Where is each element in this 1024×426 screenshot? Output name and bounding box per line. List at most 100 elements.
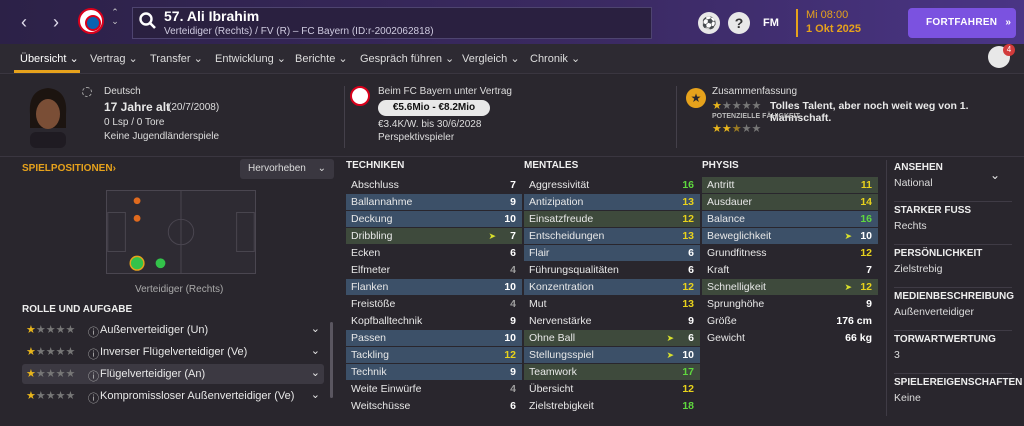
attribute-row[interactable]: Dribbling 7 ➤	[346, 228, 522, 244]
attribute-value: 12	[682, 281, 694, 293]
attribute-value: 7	[510, 179, 516, 191]
attribute-row[interactable]: Stellungsspiel 10 ➤	[524, 347, 700, 363]
info-icon: ⓘ	[88, 371, 99, 383]
attribute-value: 6	[688, 264, 694, 276]
attribute-value: 12	[860, 281, 872, 293]
attribute-row[interactable]: Freistöße 4	[346, 296, 522, 312]
attribute-row[interactable]: Aggressivität 16	[524, 177, 700, 193]
tab-vergleich[interactable]: Vergleich ⌄	[462, 52, 520, 65]
attribute-row[interactable]: Ausdauer 14	[702, 194, 878, 210]
attribute-name: Sprunghöhe	[707, 298, 765, 310]
attribute-row[interactable]: Übersicht 12	[524, 381, 700, 397]
attribute-row[interactable]: Nervenstärke 9	[524, 313, 700, 329]
attribute-name: Teamwork	[529, 366, 577, 378]
role-row[interactable]: ★★★★★ ⓘ Außenverteidiger (Un) ⌄	[22, 320, 324, 340]
attribute-row[interactable]: Balance 16	[702, 211, 878, 227]
attribute-row[interactable]: Sprunghöhe 9	[702, 296, 878, 312]
trend-arrow-icon: ➤	[844, 231, 852, 241]
attribute-name: Freistöße	[351, 298, 396, 310]
attribute-row[interactable]: Beweglichkeit 10 ➤	[702, 228, 878, 244]
attribute-row[interactable]: Weite Einwürfe 4	[346, 381, 522, 397]
attribute-row[interactable]: Entscheidungen 13	[524, 228, 700, 244]
attribute-row[interactable]: Ecken 6	[346, 245, 522, 261]
role-row[interactable]: ★★★★★ ⓘ Inverser Flügelverteidiger (Ve) ⌄	[22, 342, 324, 362]
chevron-down-icon[interactable]: ⌄	[990, 168, 1000, 182]
divider	[676, 86, 677, 148]
attribute-row[interactable]: Teamwork 17	[524, 364, 700, 380]
role-row[interactable]: ★★★★★ ⓘ Kompromissloser Außenverteidiger (…	[22, 386, 324, 406]
attribute-row[interactable]: Führungsqualitäten 6	[524, 262, 700, 278]
side-info-value: 3	[894, 349, 900, 361]
chevron-down-icon: ⌄	[317, 163, 326, 174]
attribute-value: 14	[860, 196, 872, 208]
tab-vertrag[interactable]: Vertrag ⌄	[90, 52, 138, 65]
tab-gespraech[interactable]: Gespräch führen ⌄	[360, 52, 454, 65]
fm-menu-icon[interactable]: FM	[758, 12, 784, 34]
attribute-name: Beweglichkeit	[707, 230, 772, 242]
attribute-name: Übersicht	[529, 383, 574, 395]
attribute-row[interactable]: Passen 10	[346, 330, 522, 346]
attribute-row[interactable]: Weitschüsse 6	[346, 398, 522, 414]
player-switch-icon[interactable]: ⌃ ⌄	[108, 8, 122, 36]
attribute-value: 11	[860, 179, 872, 191]
attribute-row[interactable]: Antizipation 13	[524, 194, 700, 210]
positions-title[interactable]: SPIELPOSITIONEN›	[22, 163, 116, 174]
attribute-row[interactable]: Größe 176 cm	[702, 313, 878, 329]
attribute-value: 12	[860, 247, 872, 259]
attribute-row[interactable]: Antritt 11	[702, 177, 878, 193]
attribute-row[interactable]: Kopfballtechnik 9	[346, 313, 522, 329]
attribute-row[interactable]: Ohne Ball 6 ➤	[524, 330, 700, 346]
attribute-row[interactable]: Flanken 10	[346, 279, 522, 295]
side-info-value: Außenverteidiger	[894, 306, 974, 318]
forward-arrow-icon[interactable]: ›	[46, 10, 66, 34]
attribute-row[interactable]: Zielstrebigkeit 18	[524, 398, 700, 414]
continue-button[interactable]: FORTFAHREN »	[908, 8, 1016, 38]
role-row-selected[interactable]: ★★★★★ ⓘ Flügelverteidiger (An) ⌄	[22, 364, 324, 384]
attribute-row[interactable]: Deckung 10	[346, 211, 522, 227]
attribute-row[interactable]: Konzentration 12	[524, 279, 700, 295]
tab-uebersicht[interactable]: Übersicht ⌄	[20, 52, 79, 65]
ball-icon[interactable]: ⚽	[698, 12, 720, 34]
info-icon: ⓘ	[88, 393, 99, 405]
caps-goals: 0 Lsp / 0 Tore	[104, 117, 165, 128]
attribute-name: Abschluss	[351, 179, 399, 191]
attribute-row[interactable]: Kraft 7	[702, 262, 878, 278]
club-logo-icon[interactable]	[78, 8, 104, 34]
star-badge-icon: ★	[686, 88, 706, 108]
attribute-row[interactable]: Einsatzfreude 12	[524, 211, 700, 227]
attribute-row[interactable]: Grundfitness 12	[702, 245, 878, 261]
roles-scrollbar[interactable]	[330, 322, 333, 398]
attribute-row[interactable]: Flair 6	[524, 245, 700, 261]
attribute-row[interactable]: Tackling 12	[346, 347, 522, 363]
trend-arrow-icon: ➤	[844, 282, 852, 292]
attribute-value: 12	[682, 383, 694, 395]
attribute-name: Flanken	[351, 281, 389, 293]
current-ability-stars: ★★★★★	[712, 100, 762, 112]
attribute-row[interactable]: Gewicht 66 kg	[702, 330, 878, 346]
back-arrow-icon[interactable]: ‹	[14, 10, 34, 34]
help-icon[interactable]: ?	[728, 12, 750, 34]
attribute-row[interactable]: Mut 13	[524, 296, 700, 312]
attribute-value: 10	[504, 281, 516, 293]
attribute-row[interactable]: Abschluss 7	[346, 177, 522, 193]
attribute-name: Weitschüsse	[351, 400, 411, 412]
potential-ability-stars: ★★★★★	[712, 123, 762, 135]
attribute-value: 13	[682, 230, 694, 242]
attribute-row[interactable]: Ballannahme 9	[346, 194, 522, 210]
side-info-value: Keine	[894, 392, 921, 404]
tab-chronik[interactable]: Chronik ⌄	[530, 52, 580, 65]
attribute-row[interactable]: Technik 9	[346, 364, 522, 380]
tab-entwicklung[interactable]: Entwicklung ⌄	[215, 52, 286, 65]
value-badge[interactable]: €5.6Mio - €8.2Mio	[378, 100, 490, 116]
tab-berichte[interactable]: Berichte ⌄	[295, 52, 348, 65]
highlight-dropdown[interactable]: Hervorheben ⌄	[240, 159, 334, 179]
tab-transfer[interactable]: Transfer ⌄	[150, 52, 203, 65]
position-label: Verteidiger (Rechts)	[135, 284, 224, 295]
attribute-value: 4	[510, 383, 516, 395]
attribute-value: 6	[510, 400, 516, 412]
trend-arrow-icon: ➤	[666, 350, 674, 360]
attribute-row[interactable]: Elfmeter 4	[346, 262, 522, 278]
side-info-heading: PERSÖNLICHKEIT	[894, 248, 983, 259]
divider	[344, 86, 345, 148]
attribute-row[interactable]: Schnelligkeit 12 ➤	[702, 279, 878, 295]
